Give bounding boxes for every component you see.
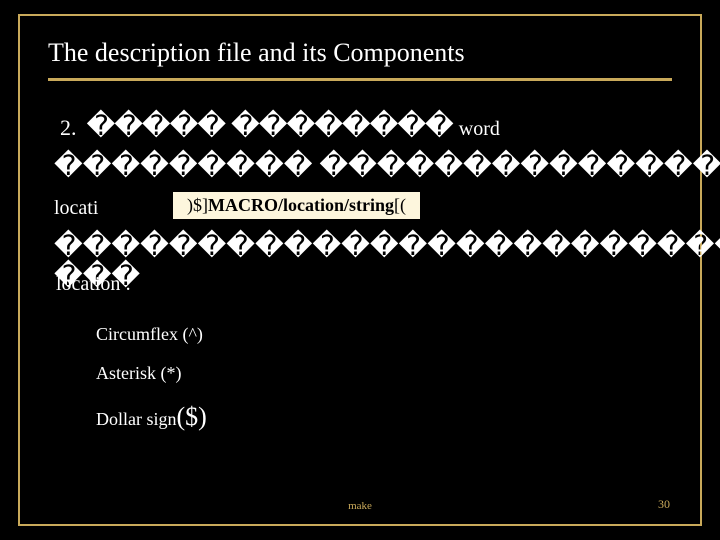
placeholder-glyphs-3: ���������������������������������� [54, 229, 672, 263]
location-fragment: locati [54, 197, 98, 220]
title-rule [48, 78, 672, 81]
dollar-prefix: Dollar sign [96, 409, 177, 429]
word-label: word [459, 118, 500, 141]
footer-tool-name: make [20, 500, 700, 512]
callout-text-bold: MACRO/location/string [208, 195, 394, 215]
dollar-symbol: ($) [177, 402, 207, 431]
slide-frame: The description file and its Components … [18, 14, 702, 526]
callout-text-open: )$] [187, 195, 208, 215]
placeholder-glyphs-1: ����� �������� [87, 109, 453, 143]
placeholder-glyphs-2: ��������� ��������������������������� [54, 149, 672, 183]
list-item-dollar: Dollar sign($) [96, 402, 672, 432]
callout-text-close: [( [394, 195, 406, 215]
page-number: 30 [658, 497, 670, 512]
list-item-circumflex: Circumflex (^) [96, 324, 672, 345]
list-number: 2. [60, 115, 77, 141]
symbol-list: Circumflex (^) Asterisk (*) Dollar sign(… [96, 324, 672, 432]
macro-syntax-callout: )$]MACRO/location/string[( [172, 191, 421, 220]
location-line: locati )$]MACRO/location/string[( [54, 193, 672, 227]
list-item-asterisk: Asterisk (*) [96, 363, 672, 384]
body-row-1: 2. ����� �������� word [60, 109, 672, 143]
location-label: location : [56, 273, 672, 296]
slide-title: The description file and its Components [48, 38, 672, 68]
